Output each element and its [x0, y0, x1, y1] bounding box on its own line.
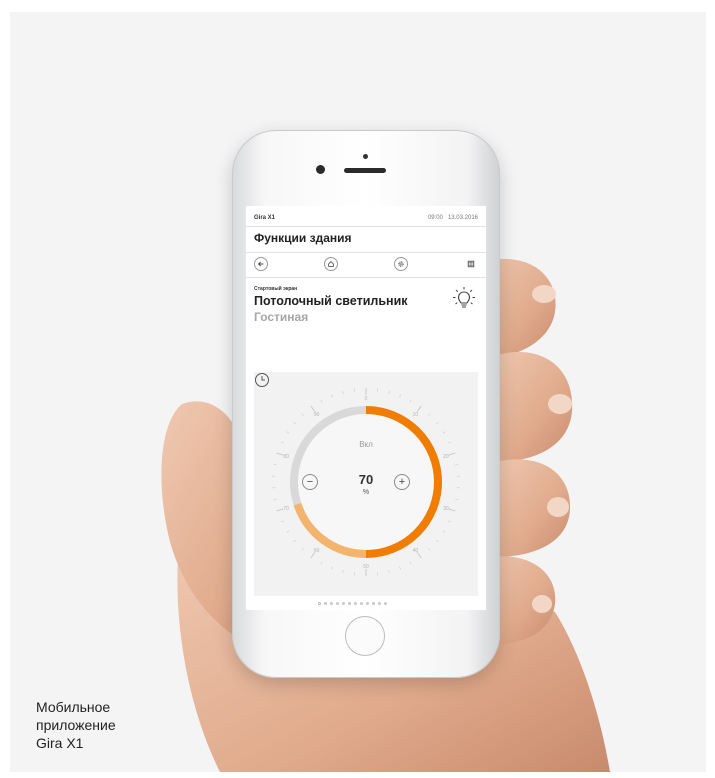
page-dot[interactable]: [366, 601, 369, 605]
sensor-dot: [363, 154, 368, 159]
dial-tick: [273, 498, 277, 500]
dial-tick: [399, 394, 401, 398]
light-bulb-icon[interactable]: [452, 286, 476, 312]
dial-tick: [301, 413, 304, 416]
dial-scale-label: 90: [314, 412, 320, 418]
page-title: Функции здания: [254, 231, 352, 245]
smartphone: Gira X1 09:00 13.03.2016 Функции здания: [232, 130, 500, 678]
status-time: 09:00: [427, 215, 443, 221]
home-hardware-button[interactable]: [345, 616, 385, 656]
dial-tick: [286, 530, 290, 533]
status-bar: Gira X1 09:00 13.03.2016: [254, 212, 478, 224]
screen-label: Стартовый экран: [254, 286, 298, 292]
page-dot[interactable]: [324, 601, 327, 605]
dial-tick: [448, 508, 456, 512]
dial-tick: [331, 394, 333, 398]
dial-scale-label: 10: [413, 412, 419, 418]
brightness-unit: %: [362, 489, 370, 496]
back-button[interactable]: [254, 257, 268, 271]
app-screen: Gira X1 09:00 13.03.2016 Функции здания: [246, 206, 486, 610]
state-label: Вкл: [359, 440, 373, 449]
page-dot[interactable]: [330, 601, 333, 605]
dial-tick: [435, 421, 439, 425]
dial-tick: [428, 548, 431, 551]
dial-tick: [388, 570, 390, 574]
page-dot[interactable]: [318, 601, 321, 605]
dial-tick: [273, 464, 277, 466]
dial-tick: [388, 390, 390, 394]
dial-scale-label: 80: [283, 454, 289, 460]
dial-scale-label: 40: [413, 548, 419, 554]
decrease-button[interactable]: −: [302, 474, 318, 490]
page-dot[interactable]: [384, 601, 387, 605]
earpiece-speaker: [344, 168, 386, 173]
home-button[interactable]: [324, 257, 338, 271]
caption: Мобильное приложение Gira X1: [36, 699, 116, 751]
page-dot[interactable]: [378, 601, 381, 605]
app-name: Gira X1: [254, 215, 276, 221]
dial-scale-label: 20: [443, 454, 449, 460]
dial-tick: [455, 498, 459, 500]
clock-icon[interactable]: [254, 372, 270, 388]
arrow-left-icon: [257, 261, 264, 267]
dial-tick: [276, 508, 284, 512]
dial-scale-label: 30: [443, 506, 449, 512]
page-indicator[interactable]: [318, 601, 418, 605]
dial-tick: [342, 570, 344, 574]
home-icon: [328, 261, 334, 267]
dial-tick: [280, 520, 284, 523]
divider: [246, 226, 486, 227]
dial-tick: [320, 399, 323, 403]
page-dot[interactable]: [360, 601, 363, 605]
photo-frame: Gira X1 09:00 13.03.2016 Функции здания: [10, 12, 706, 772]
room-name: Гостиная: [254, 310, 309, 324]
dial-tick: [448, 452, 456, 456]
dial-tick: [409, 561, 412, 565]
dial-tick: [286, 431, 290, 434]
page-dot[interactable]: [372, 601, 375, 605]
gear-icon: [398, 261, 404, 267]
dial-tick: [442, 530, 446, 533]
dial-scale-label: 60: [314, 548, 320, 554]
dial-tick: [331, 566, 333, 570]
dial-tick: [448, 441, 452, 444]
dial-tick: [276, 452, 284, 456]
nav-bar: [254, 255, 478, 273]
dimmer-control[interactable]: 0 10 20 30 40 50 60 70 80 90 Вкл 70 % − +: [254, 372, 478, 596]
dial-tick: [342, 390, 344, 394]
dial-tick: [442, 431, 446, 434]
dial-tick: [310, 405, 316, 412]
dial-tick: [409, 399, 412, 403]
status-date: 13.03.2016: [447, 215, 478, 221]
dial-tick: [301, 548, 304, 551]
dial-tick: [320, 561, 323, 565]
page-dot[interactable]: [342, 601, 345, 605]
increase-button[interactable]: +: [394, 474, 410, 490]
divider: [246, 252, 486, 253]
dial-tick: [280, 441, 284, 444]
settings-button[interactable]: [394, 257, 408, 271]
dial-tick: [293, 539, 297, 543]
grid-button[interactable]: [464, 257, 478, 271]
page-dot[interactable]: [336, 601, 339, 605]
dial-tick: [416, 405, 422, 412]
page-dot[interactable]: [354, 601, 357, 605]
device-name: Потолочный светильник: [254, 294, 408, 308]
brightness-value: 70: [358, 472, 374, 487]
front-camera: [316, 165, 325, 174]
dial-scale-label: 70: [283, 506, 289, 512]
dial-scale-label: 50: [363, 564, 369, 570]
dial-tick: [399, 566, 401, 570]
grid-icon: [467, 260, 475, 268]
page-dot[interactable]: [348, 601, 351, 605]
dial-tick: [455, 464, 459, 466]
divider: [246, 277, 486, 278]
dial-tick: [293, 421, 297, 425]
dial-tick: [428, 413, 431, 416]
datetime: 09:00 13.03.2016: [428, 215, 478, 221]
dial-tick: [435, 539, 439, 543]
dial-tick: [448, 520, 452, 523]
dial-scale-label: 0: [365, 396, 368, 402]
